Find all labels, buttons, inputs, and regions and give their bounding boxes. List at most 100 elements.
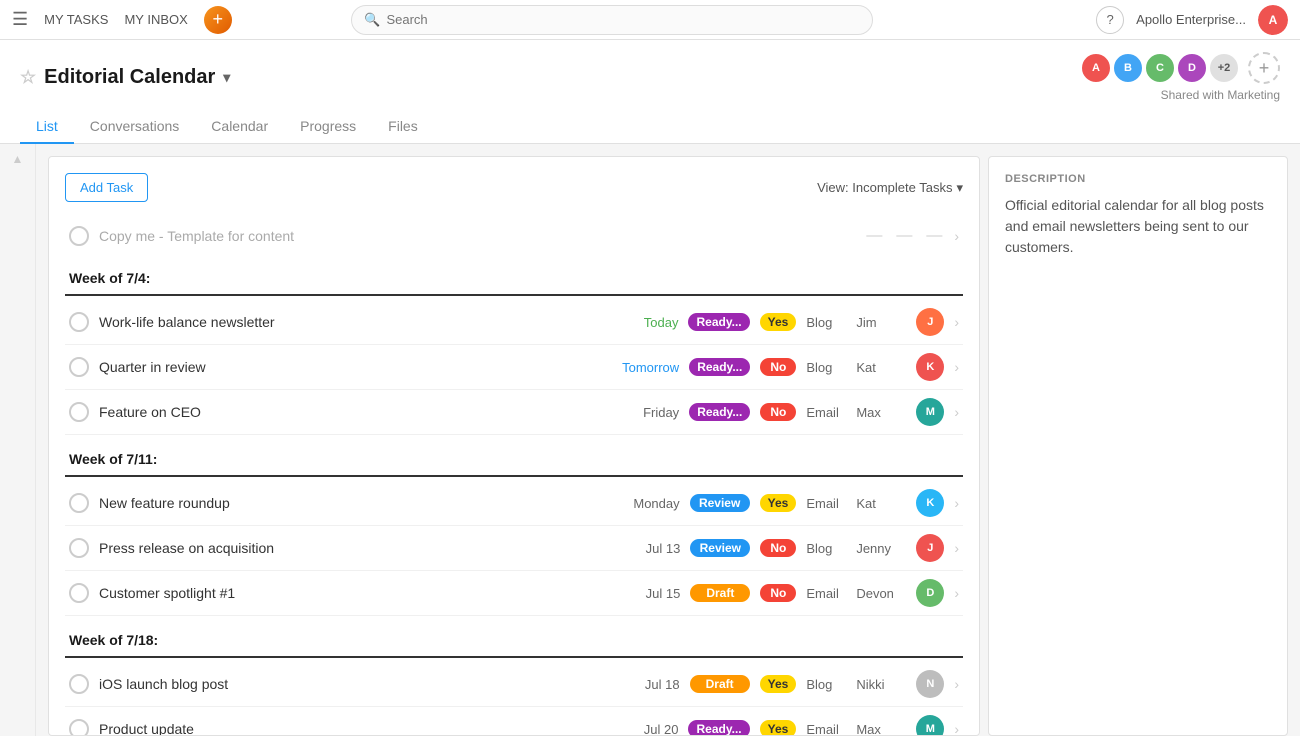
task-bool-badge: Yes <box>760 494 797 512</box>
task-type: Blog <box>806 315 846 330</box>
section-header: Week of 7/11: <box>65 435 963 477</box>
task-bool-badge: No <box>760 584 796 602</box>
sidebar-collapse-icon[interactable]: ▲ <box>12 152 24 166</box>
user-avatar[interactable]: A <box>1258 5 1288 35</box>
task-type: Email <box>806 586 846 601</box>
task-name: Quarter in review <box>99 359 609 375</box>
task-row[interactable]: Work-life balance newsletter Today Ready… <box>65 300 963 345</box>
project-chevron-icon[interactable]: ▾ <box>223 69 230 86</box>
task-circle[interactable] <box>69 402 89 422</box>
task-name: Work-life balance newsletter <box>99 314 608 330</box>
sidebar: ▲ <box>0 144 36 736</box>
tab-progress[interactable]: Progress <box>284 110 372 144</box>
view-filter[interactable]: View: Incomplete Tasks ▾ <box>817 180 963 196</box>
template-row[interactable]: Copy me - Template for content — — — › <box>65 218 963 254</box>
org-name: Apollo Enterprise... <box>1136 12 1246 27</box>
template-dash-3: — <box>924 227 944 245</box>
task-circle[interactable] <box>69 583 89 603</box>
task-owner: Nikki <box>856 677 906 692</box>
task-owner: Jenny <box>856 541 906 556</box>
side-panel: DESCRIPTION Official editorial calendar … <box>988 156 1288 736</box>
task-avatar: N <box>916 670 944 698</box>
task-row-chevron-icon: › <box>954 314 959 330</box>
task-date: Jul 18 <box>620 677 680 692</box>
task-avatar: J <box>916 308 944 336</box>
add-member-button[interactable]: + <box>1248 52 1280 84</box>
member-avatar-2[interactable]: B <box>1112 52 1144 84</box>
add-button[interactable]: + <box>204 6 232 34</box>
task-circle[interactable] <box>69 357 89 377</box>
project-header: ☆ Editorial Calendar ▾ A B C D +2 + Shar… <box>0 40 1300 144</box>
tab-files[interactable]: Files <box>372 110 434 144</box>
template-dash-2: — <box>894 227 914 245</box>
nav-right: ? Apollo Enterprise... A <box>1096 5 1288 35</box>
task-date: Jul 13 <box>620 541 680 556</box>
members-section: A B C D +2 + Shared with Marketing <box>1080 52 1280 102</box>
task-type: Blog <box>806 541 846 556</box>
task-circle-template[interactable] <box>69 226 89 246</box>
task-avatar: D <box>916 579 944 607</box>
task-status-badge: Ready... <box>689 358 750 376</box>
task-avatar: M <box>916 715 944 736</box>
task-row[interactable]: Press release on acquisition Jul 13 Revi… <box>65 526 963 571</box>
task-bool-badge: No <box>760 403 796 421</box>
member-avatar-3[interactable]: C <box>1144 52 1176 84</box>
hamburger-icon[interactable]: ☰ <box>12 9 28 30</box>
task-type: Blog <box>806 360 846 375</box>
task-row-chevron-icon: › <box>954 676 959 692</box>
task-row-chevron-icon: › <box>954 585 959 601</box>
task-row[interactable]: Customer spotlight #1 Jul 15 Draft No Em… <box>65 571 963 616</box>
task-panel: Add Task View: Incomplete Tasks ▾ Copy m… <box>48 156 980 736</box>
task-status-badge: Draft <box>690 675 750 693</box>
add-task-button[interactable]: Add Task <box>65 173 148 202</box>
member-avatar-4[interactable]: D <box>1176 52 1208 84</box>
sections-container: Week of 7/4: Work-life balance newslette… <box>65 254 963 736</box>
task-owner: Devon <box>856 586 906 601</box>
task-circle[interactable] <box>69 312 89 332</box>
task-row[interactable]: New feature roundup Monday Review Yes Em… <box>65 481 963 526</box>
task-status-badge: Ready... <box>688 313 749 331</box>
my-tasks-link[interactable]: MY TASKS <box>44 12 108 27</box>
user-avatar-img: A <box>1258 5 1288 35</box>
task-status-badge: Ready... <box>688 720 749 736</box>
task-circle[interactable] <box>69 538 89 558</box>
task-row[interactable]: Feature on CEO Friday Ready... No Email … <box>65 390 963 435</box>
task-row[interactable]: iOS launch blog post Jul 18 Draft Yes Bl… <box>65 662 963 707</box>
task-owner: Kat <box>856 360 906 375</box>
task-circle[interactable] <box>69 493 89 513</box>
task-avatar: J <box>916 534 944 562</box>
task-circle[interactable] <box>69 719 89 736</box>
task-panel-inner: Add Task View: Incomplete Tasks ▾ Copy m… <box>49 157 979 736</box>
template-chevron-icon: › <box>954 228 959 244</box>
task-row-chevron-icon: › <box>954 359 959 375</box>
template-task-name: Copy me - Template for content <box>99 228 854 244</box>
task-status-badge: Ready... <box>689 403 750 421</box>
task-status-badge: Draft <box>690 584 750 602</box>
task-circle[interactable] <box>69 674 89 694</box>
task-row-chevron-icon: › <box>954 404 959 420</box>
task-avatar: M <box>916 398 944 426</box>
my-inbox-link[interactable]: MY INBOX <box>124 12 187 27</box>
search-input[interactable] <box>386 12 860 27</box>
help-button[interactable]: ? <box>1096 6 1124 34</box>
task-row-chevron-icon: › <box>954 721 959 736</box>
tab-conversations[interactable]: Conversations <box>74 110 196 144</box>
section-header: Week of 7/18: <box>65 616 963 658</box>
task-status-badge: Review <box>690 494 750 512</box>
task-avatar: K <box>916 489 944 517</box>
task-type: Blog <box>806 677 846 692</box>
task-row-chevron-icon: › <box>954 495 959 511</box>
member-avatar-1[interactable]: A <box>1080 52 1112 84</box>
more-members-badge[interactable]: +2 <box>1208 52 1240 84</box>
task-date: Monday <box>620 496 680 511</box>
task-row[interactable]: Product update Jul 20 Ready... Yes Email… <box>65 707 963 736</box>
task-bool-badge: Yes <box>760 720 797 736</box>
task-row[interactable]: Quarter in review Tomorrow Ready... No B… <box>65 345 963 390</box>
tab-list[interactable]: List <box>20 110 74 144</box>
star-icon[interactable]: ☆ <box>20 67 36 88</box>
task-owner: Jim <box>856 315 906 330</box>
tab-calendar[interactable]: Calendar <box>195 110 284 144</box>
task-type: Email <box>806 496 846 511</box>
top-nav: ☰ MY TASKS MY INBOX + 🔍 ? Apollo Enterpr… <box>0 0 1300 40</box>
description-text: Official editorial calendar for all blog… <box>1005 195 1271 258</box>
